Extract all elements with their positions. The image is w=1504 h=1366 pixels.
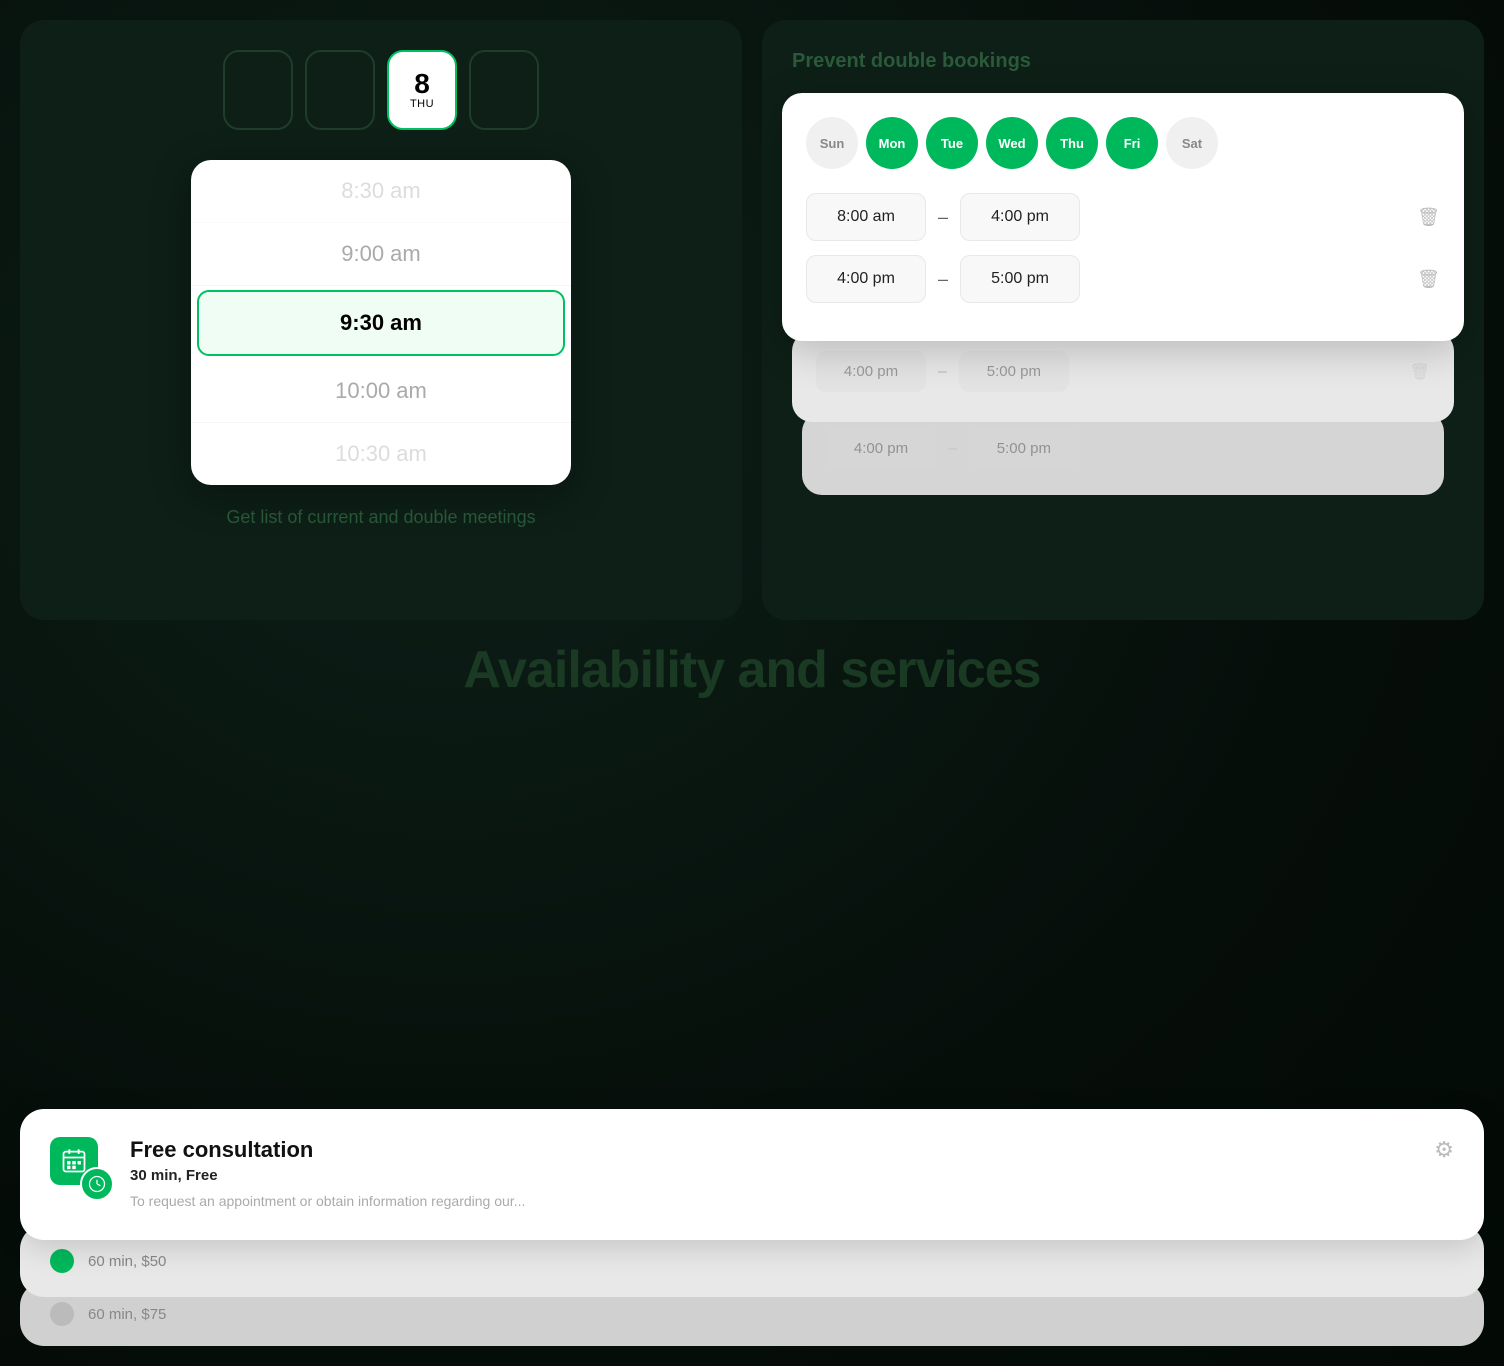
time-item-830[interactable]: 8:30 am (191, 160, 571, 223)
schedule-panel-behind-2: 4:00 pm – 5:00 pm (802, 412, 1444, 495)
day-item-8[interactable]: 8 THU (387, 50, 457, 130)
service-title: Free consultation (130, 1137, 1414, 1163)
time-range-row-2: 4:00 pm – 5:00 pm 🗑 (806, 255, 1440, 303)
time-picker-card: 8 THU 8:30 am 9:00 am 9:30 am 10:00 am 1… (20, 20, 742, 620)
day-pill-tue[interactable]: Tue (926, 117, 978, 169)
service-description: To request an appointment or obtain info… (130, 1192, 1414, 1212)
faded-row-1: 4:00 pm – 5:00 pm 🗑 (816, 351, 1430, 392)
time-item-1000[interactable]: 10:00 am (191, 360, 571, 423)
day-selector: 8 THU (223, 50, 539, 130)
day-pill-mon[interactable]: Mon (866, 117, 918, 169)
service-meta: 30 min, Free (130, 1167, 1414, 1184)
faded-trash-1: 🗑 (1410, 362, 1430, 382)
schedule-panel: Sun Mon Tue Wed Thu Fri Sat (782, 93, 1464, 341)
time-item-900[interactable]: 9:00 am (191, 223, 571, 286)
time-end-1[interactable]: 4:00 pm (960, 193, 1080, 241)
behind-card-1-text: 60 min, $50 (88, 1253, 166, 1270)
behind-check-2 (50, 1302, 74, 1326)
delete-range-1-icon[interactable]: 🗑 (1417, 207, 1440, 228)
day-pill-thu[interactable]: Thu (1046, 117, 1098, 169)
dash-sep-1: – (938, 207, 948, 228)
day-pill-sat[interactable]: Sat (1166, 117, 1218, 169)
faded-start-1: 4:00 pm (816, 351, 926, 392)
day-pill-sun[interactable]: Sun (806, 117, 858, 169)
time-range-row-1: 8:00 am – 4:00 pm 🗑 (806, 193, 1440, 241)
day-item-prev2[interactable] (305, 50, 375, 130)
service-icon-area (50, 1137, 110, 1197)
faded-row-2: 4:00 pm – 5:00 pm (826, 428, 1420, 469)
day-pill-wed[interactable]: Wed (986, 117, 1038, 169)
dash-sep-2: – (938, 269, 948, 290)
middle-section: Availability and services (0, 580, 1504, 760)
time-list: 8:30 am 9:00 am 9:30 am 10:00 am 10:30 a… (191, 160, 571, 485)
time-list-container: 8:30 am 9:00 am 9:30 am 10:00 am 10:30 a… (191, 160, 571, 485)
faded-end-2: 5:00 pm (969, 428, 1079, 469)
day-pill-fri[interactable]: Fri (1106, 117, 1158, 169)
left-card-subtitle: Get list of current and double meetings (226, 505, 535, 530)
schedule-card: Prevent double bookings Sun Mon Tue Wed … (762, 20, 1484, 620)
time-start-1[interactable]: 8:00 am (806, 193, 926, 241)
time-end-2[interactable]: 5:00 pm (960, 255, 1080, 303)
faded-start-2: 4:00 pm (826, 428, 936, 469)
schedule-panel-behind-1: 4:00 pm – 5:00 pm 🗑 (792, 331, 1454, 422)
behind-card-2-text: 60 min, $75 (88, 1306, 166, 1323)
day-item-next1[interactable] (469, 50, 539, 130)
bottom-section: Free consultation 30 min, Free To reques… (0, 1089, 1504, 1366)
delete-range-2-icon[interactable]: 🗑 (1417, 269, 1440, 290)
clock-icon (80, 1167, 114, 1201)
faded-end-1: 5:00 pm (959, 351, 1069, 392)
middle-heading: Availability and services (463, 640, 1040, 700)
service-card-main: Free consultation 30 min, Free To reques… (20, 1109, 1484, 1240)
days-row: Sun Mon Tue Wed Thu Fri Sat (806, 117, 1440, 169)
time-start-2[interactable]: 4:00 pm (806, 255, 926, 303)
top-section: 8 THU 8:30 am 9:00 am 9:30 am 10:00 am 1… (0, 0, 1504, 620)
time-item-1030[interactable]: 10:30 am (191, 423, 571, 485)
settings-icon[interactable]: ⚙ (1434, 1137, 1454, 1163)
day-item-prev1[interactable] (223, 50, 293, 130)
schedule-card-title: Prevent double bookings (762, 40, 1484, 93)
time-item-930[interactable]: 9:30 am (197, 290, 565, 356)
behind-check-1 (50, 1249, 74, 1273)
service-info: Free consultation 30 min, Free To reques… (130, 1137, 1414, 1212)
